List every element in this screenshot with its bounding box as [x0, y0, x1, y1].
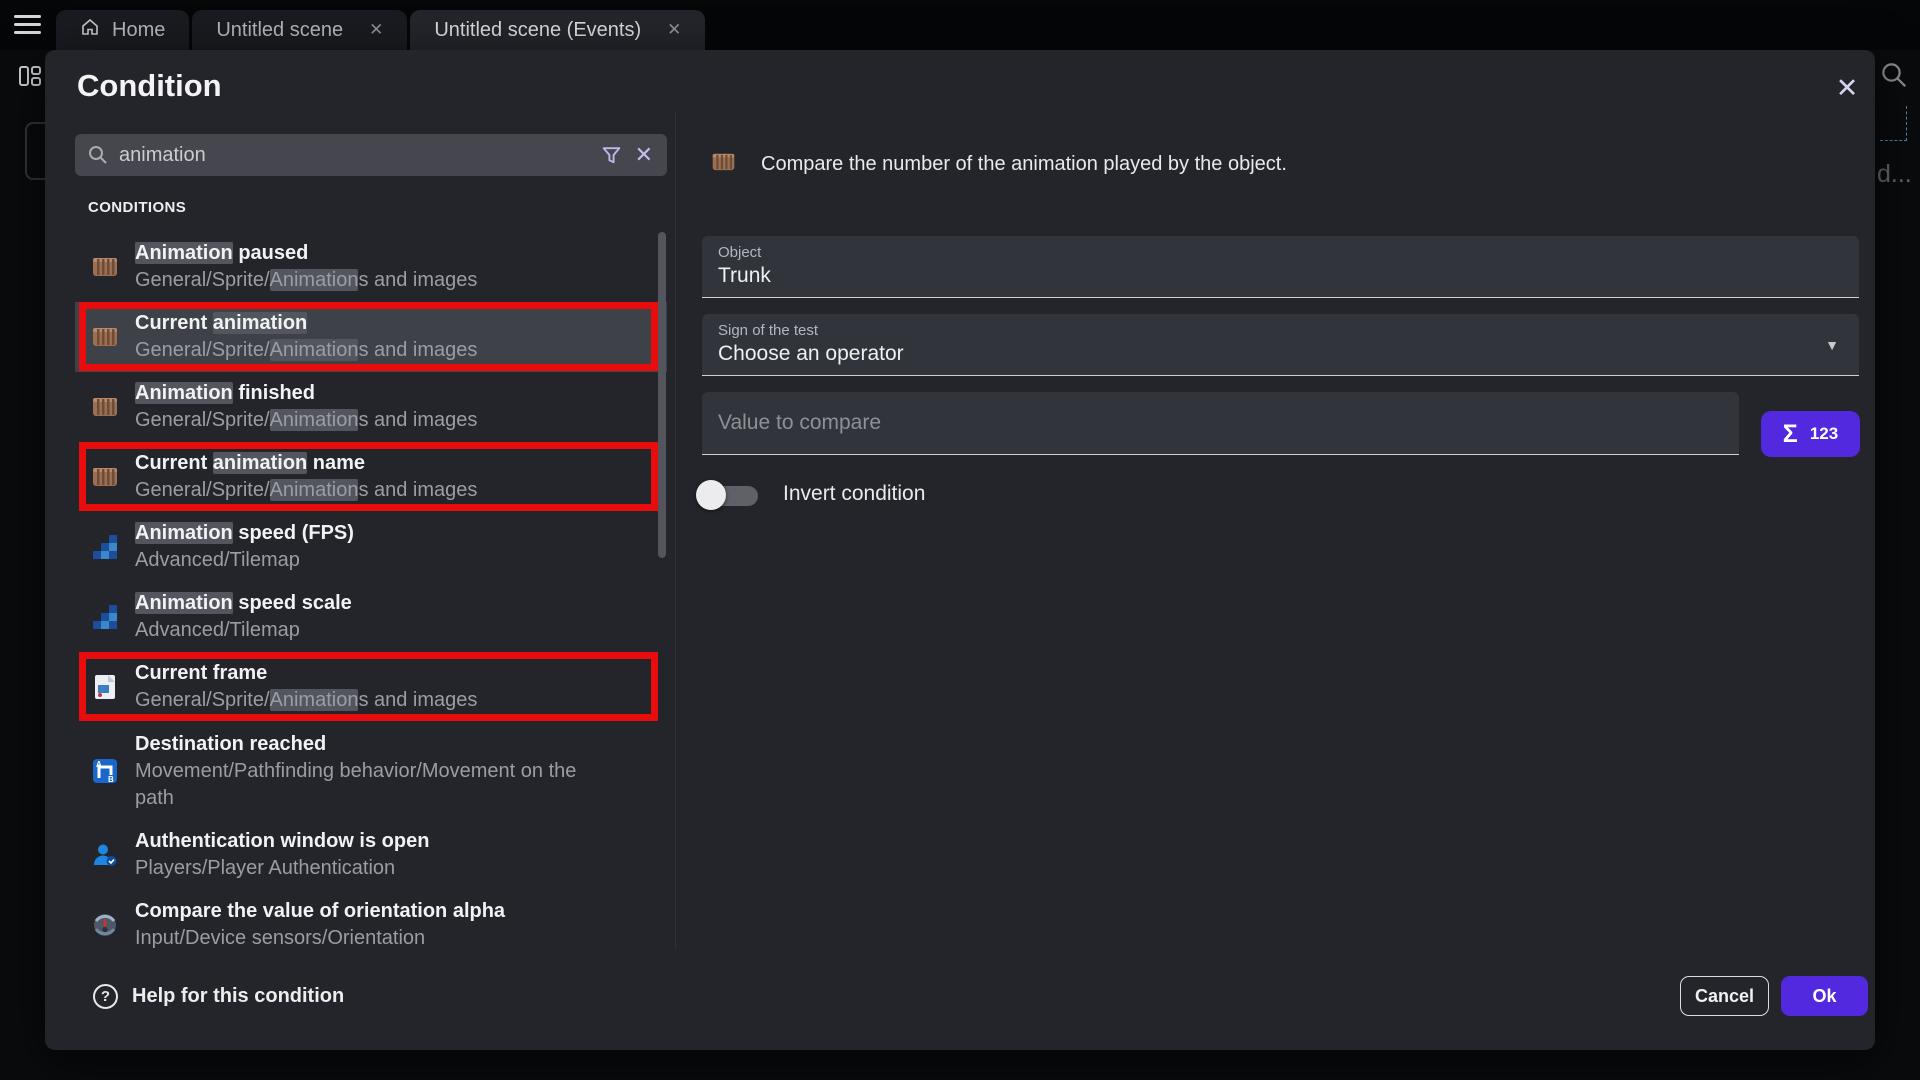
frame-icon — [89, 673, 121, 701]
condition-path: Movement/Pathfinding behavior/Movement o… — [135, 758, 587, 812]
background-truncated-text: d... — [1877, 160, 1912, 189]
help-label: Help for this condition — [132, 985, 344, 1008]
conditions-section-header: CONDITIONS — [88, 199, 186, 216]
operator-field-value: Choose an operator — [718, 340, 1843, 368]
tab-untitled-scene[interactable]: Untitled scene ✕ — [192, 10, 407, 50]
condition-title: Current animation name — [135, 450, 477, 477]
condition-title: Authentication window is open — [135, 828, 429, 855]
film-icon — [710, 150, 737, 179]
film-icon — [89, 464, 121, 490]
clear-search-icon[interactable]: ✕ — [633, 142, 655, 168]
condition-path: Advanced/Tilemap — [135, 547, 354, 574]
svg-text:B: B — [108, 775, 114, 784]
condition-item[interactable]: Compare the value of orientation alphaIn… — [75, 890, 667, 948]
condition-search-box[interactable]: ✕ — [75, 134, 667, 176]
condition-title: Animation speed scale — [135, 590, 352, 617]
invert-condition-label: Invert condition — [783, 482, 925, 506]
orientation-icon — [89, 911, 121, 939]
condition-item[interactable]: AB Destination reachedMovement/Pathfindin… — [75, 722, 667, 820]
background-panel-fragment — [25, 122, 45, 180]
search-input[interactable] — [119, 144, 590, 167]
condition-title: Current frame — [135, 660, 477, 687]
condition-path: Input/Device sensors/Orientation — [135, 925, 505, 948]
expression-button-label: 123 — [1810, 424, 1838, 444]
chevron-down-icon: ▼ — [1825, 337, 1839, 353]
condition-item[interactable]: Authentication window is openPlayers/Pla… — [75, 820, 667, 890]
condition-item[interactable]: Animation speed (FPS)Advanced/Tilemap — [75, 512, 667, 582]
expression-builder-button[interactable]: Σ 123 — [1761, 411, 1860, 457]
conditions-list: Animation pausedGeneral/Sprite/Animation… — [75, 232, 667, 948]
tilemap-icon — [89, 533, 121, 561]
condition-path: General/Sprite/Animations and images — [135, 337, 477, 364]
tab-label: Home — [112, 19, 165, 42]
tilemap-icon — [89, 603, 121, 631]
tab-label: Untitled scene — [216, 19, 343, 42]
object-field-value: Trunk — [718, 262, 1843, 290]
condition-title: Current animation — [135, 310, 477, 337]
film-icon — [89, 394, 121, 420]
film-icon — [89, 254, 121, 280]
condition-item[interactable]: Current animation nameGeneral/Sprite/Ani… — [75, 442, 667, 512]
layout-grid-icon[interactable] — [17, 63, 43, 94]
condition-title: Animation paused — [135, 240, 477, 267]
condition-description-row: Compare the number of the animation play… — [710, 150, 1287, 179]
value-to-compare-field[interactable] — [702, 392, 1739, 455]
dialog-title: Condition — [77, 68, 222, 104]
condition-path: General/Sprite/Animations and images — [135, 267, 477, 294]
background-selection-dashes — [1880, 106, 1907, 141]
condition-item[interactable]: Animation speed scaleAdvanced/Tilemap — [75, 582, 667, 652]
condition-path: Players/Player Authentication — [135, 855, 429, 882]
svg-text:A: A — [96, 760, 102, 769]
operator-select-field[interactable]: Sign of the test Choose an operator ▼ — [702, 314, 1859, 376]
sigma-icon: Σ — [1783, 420, 1798, 449]
condition-description: Compare the number of the animation play… — [761, 153, 1287, 176]
search-icon — [87, 144, 109, 166]
pathfinding-icon: AB — [89, 757, 121, 785]
condition-dialog: Condition ✕ ✕ CONDITIONS Animation pause… — [45, 50, 1875, 1050]
ok-button[interactable]: Ok — [1781, 976, 1868, 1016]
invert-condition-toggle[interactable] — [696, 478, 760, 512]
value-to-compare-input[interactable] — [718, 411, 1723, 435]
editor-tabs: Home Untitled scene ✕ Untitled scene (Ev… — [56, 10, 705, 50]
condition-title: Destination reached — [135, 731, 587, 758]
close-tab-icon[interactable]: ✕ — [369, 20, 383, 40]
toggle-knob — [696, 480, 726, 510]
auth-icon — [89, 841, 121, 869]
condition-title: Animation finished — [135, 380, 477, 407]
menu-hamburger-icon[interactable] — [14, 15, 41, 35]
help-link[interactable]: ? Help for this condition — [93, 984, 344, 1009]
background-search-icon[interactable] — [1879, 60, 1909, 95]
object-field-label: Object — [718, 244, 1843, 262]
film-icon — [89, 324, 121, 350]
top-tab-bar: Home Untitled scene ✕ Untitled scene (Ev… — [0, 0, 1920, 50]
tab-home[interactable]: Home — [56, 10, 189, 50]
condition-item[interactable]: Animation finishedGeneral/Sprite/Animati… — [75, 372, 667, 442]
condition-path: General/Sprite/Animations and images — [135, 407, 477, 434]
condition-item[interactable]: Animation pausedGeneral/Sprite/Animation… — [75, 232, 667, 302]
tab-label: Untitled scene (Events) — [434, 19, 641, 42]
close-tab-icon[interactable]: ✕ — [667, 20, 681, 40]
help-icon: ? — [93, 984, 118, 1009]
condition-item[interactable]: Current animationGeneral/Sprite/Animatio… — [75, 302, 667, 372]
condition-path: Advanced/Tilemap — [135, 617, 352, 644]
home-icon — [80, 17, 100, 43]
filter-icon[interactable] — [600, 144, 623, 167]
condition-item[interactable]: Current frameGeneral/Sprite/Animations a… — [75, 652, 667, 722]
condition-path: General/Sprite/Animations and images — [135, 687, 477, 714]
condition-title: Compare the value of orientation alpha — [135, 898, 505, 925]
object-field[interactable]: Object Trunk — [702, 236, 1859, 298]
close-dialog-icon[interactable]: ✕ — [1827, 68, 1867, 108]
condition-title: Animation speed (FPS) — [135, 520, 354, 547]
operator-field-label: Sign of the test — [718, 322, 1843, 340]
tab-untitled-scene-events[interactable]: Untitled scene (Events) ✕ — [410, 10, 705, 50]
list-scrollbar-thumb[interactable] — [658, 232, 666, 558]
panel-divider — [675, 112, 676, 948]
condition-path: General/Sprite/Animations and images — [135, 477, 477, 504]
cancel-button[interactable]: Cancel — [1680, 976, 1769, 1016]
